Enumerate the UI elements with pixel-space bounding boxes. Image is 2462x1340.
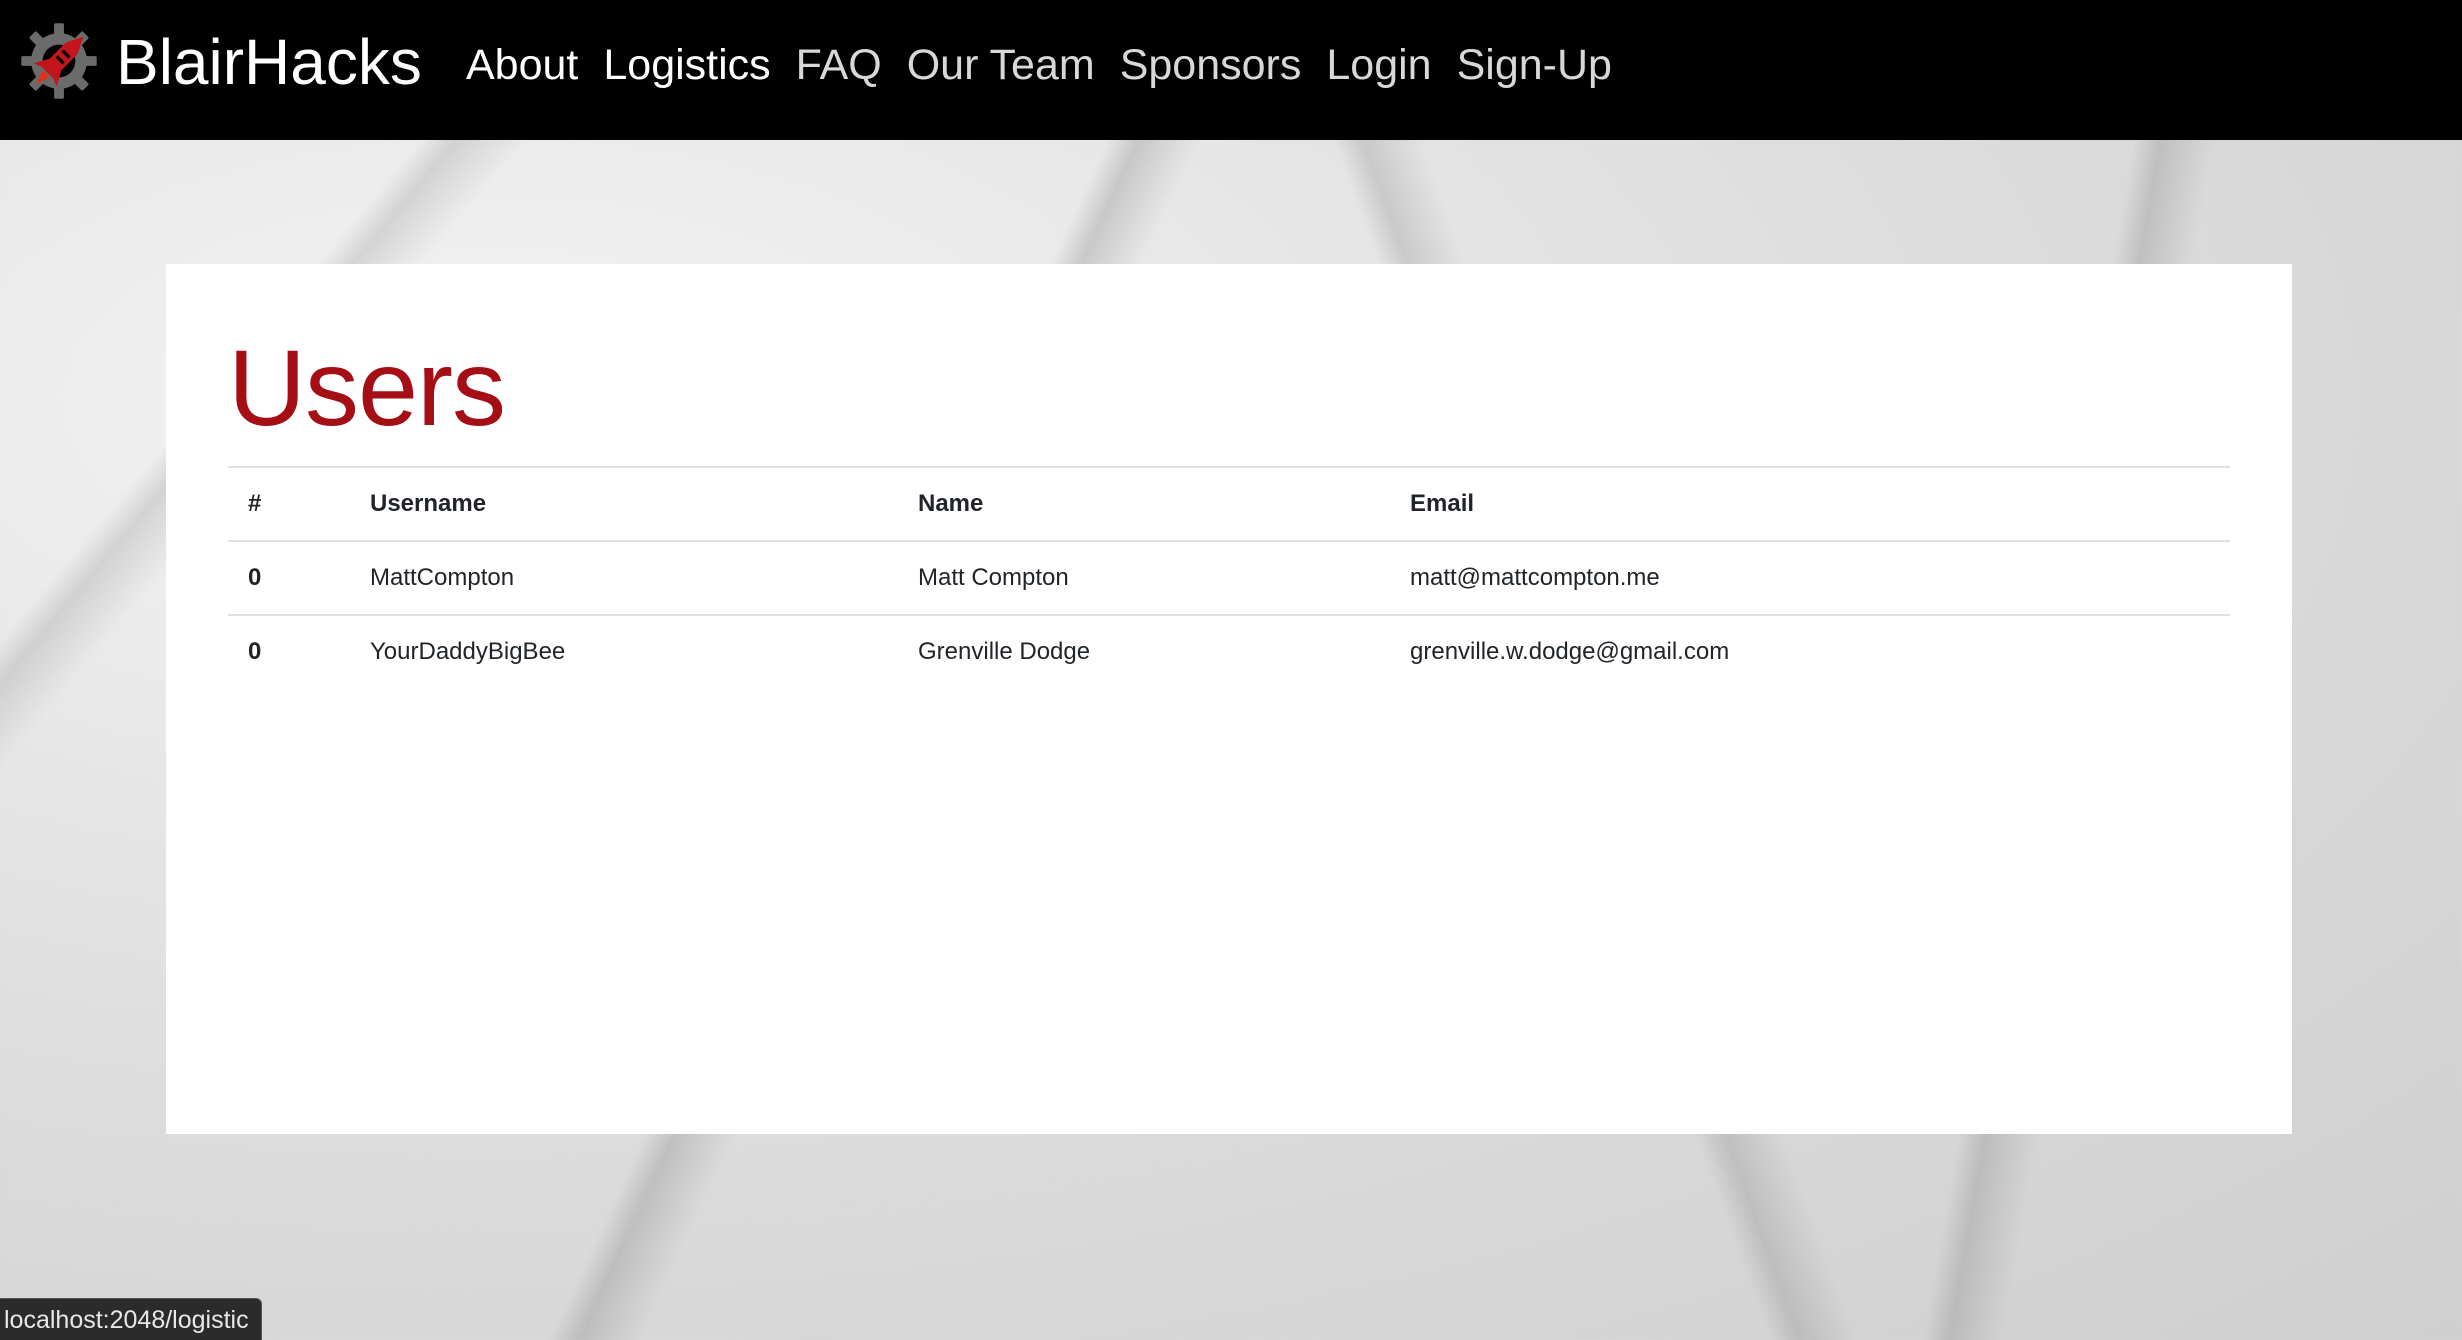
cell-name: Grenville Dodge [898, 614, 1390, 688]
column-header-number: # [228, 466, 350, 542]
table-row: 0 YourDaddyBigBee Grenville Dodge grenvi… [228, 614, 2230, 688]
nav-faq[interactable]: FAQ [796, 44, 882, 87]
main-nav: About Logistics FAQ Our Team Sponsors Lo… [466, 44, 1637, 87]
column-header-email: Email [1390, 466, 2230, 542]
cell-name: Matt Compton [898, 540, 1390, 615]
nav-about[interactable]: About [466, 44, 578, 87]
table-header-row: # Username Name Email [228, 466, 2230, 542]
page-title: Users [228, 327, 506, 448]
cell-number: 0 [228, 614, 350, 688]
link-status-bar: localhost:2048/logistic [0, 1298, 262, 1340]
cell-email: grenville.w.dodge@gmail.com [1390, 614, 2230, 688]
nav-sponsors[interactable]: Sponsors [1120, 44, 1302, 87]
users-table: # Username Name Email 0 MattCompton Matt… [228, 466, 2230, 688]
cell-username: YourDaddyBigBee [350, 614, 898, 688]
users-card: Users # Username Name Email 0 MattCompto… [166, 264, 2292, 1134]
cell-email: matt@mattcompton.me [1390, 540, 2230, 615]
nav-login[interactable]: Login [1326, 44, 1431, 87]
brand-name[interactable]: BlairHacks [116, 30, 422, 94]
rocket-gear-icon[interactable] [18, 20, 100, 102]
top-navbar: BlairHacks About Logistics FAQ Our Team … [0, 0, 2462, 140]
nav-our-team[interactable]: Our Team [907, 44, 1095, 87]
nav-logistics[interactable]: Logistics [603, 44, 770, 87]
cell-username: MattCompton [350, 540, 898, 615]
table-row: 0 MattCompton Matt Compton matt@mattcomp… [228, 540, 2230, 615]
column-header-name: Name [898, 466, 1390, 542]
nav-sign-up[interactable]: Sign-Up [1457, 44, 1612, 87]
column-header-username: Username [350, 466, 898, 542]
cell-number: 0 [228, 540, 350, 615]
